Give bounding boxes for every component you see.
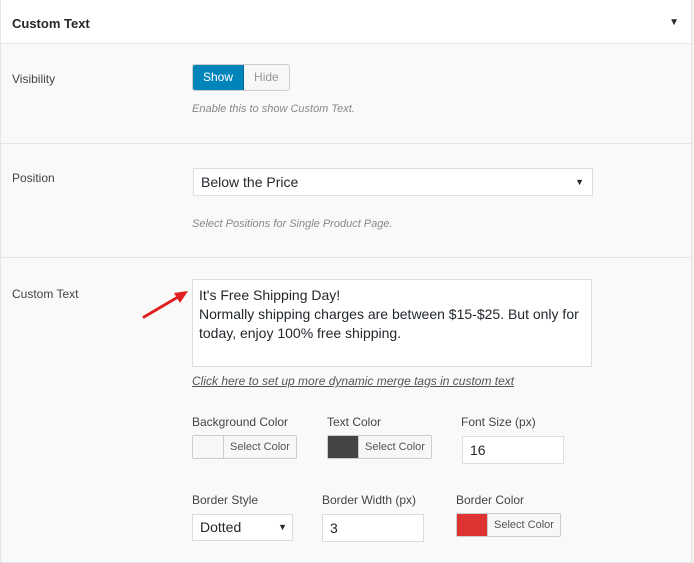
annotation-arrow-icon xyxy=(142,291,188,319)
border-width-input[interactable]: 3 xyxy=(322,514,424,542)
visibility-description: Enable this to show Custom Text. xyxy=(192,103,355,115)
position-select[interactable]: Below the Price ▼ xyxy=(193,168,593,196)
visibility-label: Visibility xyxy=(12,72,56,86)
custom-text-row: Custom Text It's Free Shipping Day! Norm… xyxy=(1,258,691,563)
panel-title: Custom Text xyxy=(12,16,90,31)
custom-text-panel: Custom Text ▼ Visibility Show Hide Enabl… xyxy=(0,0,692,563)
hide-button[interactable]: Hide xyxy=(244,65,289,90)
border-style-select[interactable]: Dotted ▼ xyxy=(192,514,293,541)
text-color-picker[interactable]: Select Color xyxy=(327,435,432,459)
text-color-button-label: Select Color xyxy=(365,441,425,453)
panel-header[interactable]: Custom Text ▼ xyxy=(1,0,691,44)
border-color-button-label: Select Color xyxy=(494,519,554,531)
border-color-label: Border Color xyxy=(456,493,525,507)
position-selected-value: Below the Price xyxy=(201,174,299,190)
text-color-label: Text Color xyxy=(327,415,382,429)
position-row: Position Below the Price ▼ Select Positi… xyxy=(1,144,691,258)
border-style-selected-value: Dotted xyxy=(200,519,242,535)
background-color-label: Background Color xyxy=(192,415,289,429)
background-color-picker[interactable]: Select Color xyxy=(192,435,297,459)
border-color-picker[interactable]: Select Color xyxy=(456,513,561,537)
position-description: Select Positions for Single Product Page… xyxy=(192,218,393,230)
font-size-input[interactable]: 16 xyxy=(462,436,564,464)
select-caret-icon: ▼ xyxy=(278,522,287,532)
font-size-label: Font Size (px) xyxy=(461,415,536,429)
border-width-label: Border Width (px) xyxy=(322,493,417,507)
visibility-row: Visibility Show Hide Enable this to show… xyxy=(1,44,691,144)
custom-text-textarea[interactable]: It's Free Shipping Day! Normally shippin… xyxy=(192,279,592,367)
border-color-swatch xyxy=(457,514,488,536)
show-button[interactable]: Show xyxy=(193,65,245,90)
chevron-down-icon[interactable]: ▼ xyxy=(669,17,679,28)
custom-text-label: Custom Text xyxy=(12,287,79,301)
select-caret-icon: ▼ xyxy=(575,177,584,187)
visibility-toggle[interactable]: Show Hide xyxy=(192,64,290,91)
position-label: Position xyxy=(12,171,55,185)
border-style-label: Border Style xyxy=(192,493,259,507)
background-color-button-label: Select Color xyxy=(230,441,290,453)
text-color-swatch xyxy=(328,436,359,458)
merge-tags-link[interactable]: Click here to set up more dynamic merge … xyxy=(192,374,514,388)
background-color-swatch xyxy=(193,436,224,458)
